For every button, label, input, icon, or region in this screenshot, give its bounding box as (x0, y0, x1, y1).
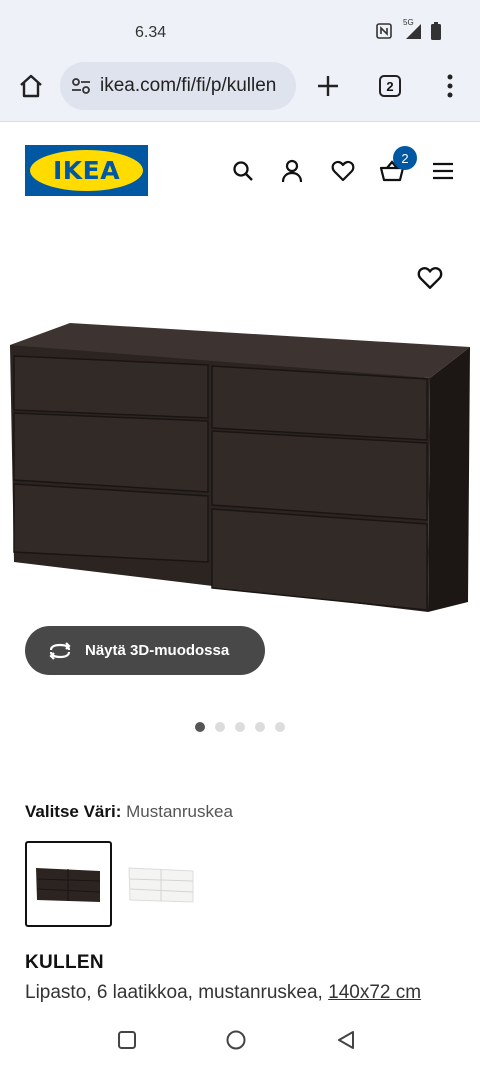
new-tab-icon[interactable] (314, 72, 342, 100)
more-menu-icon[interactable] (436, 72, 464, 100)
url-bar[interactable]: ikea.com/fi/fi/p/kullen (60, 62, 296, 110)
product-dimensions-link[interactable]: 140x72 cm (328, 982, 421, 1003)
product-description: Lipasto, 6 laatikkoa, mustanruskea, 140x… (25, 982, 422, 1003)
recents-button[interactable] (115, 1028, 139, 1052)
nfc-icon (376, 23, 392, 39)
home-button[interactable] (224, 1028, 248, 1052)
search-icon[interactable] (230, 158, 256, 184)
color-label: Valitse Väri: Mustanruskea (25, 802, 233, 821)
selected-color-value: Mustanruskea (126, 802, 233, 821)
signal-icon: 5G (400, 18, 422, 40)
color-swatch-mustanruskea[interactable] (25, 841, 112, 927)
battery-icon (431, 22, 441, 40)
status-icons: 5G (376, 18, 442, 40)
gallery-dot[interactable] (275, 722, 285, 732)
gallery-dot[interactable] (215, 722, 225, 732)
site-settings-icon[interactable] (70, 75, 92, 97)
system-nav-bar (0, 1010, 480, 1067)
gallery-dot[interactable] (255, 722, 265, 732)
tab-switcher-button[interactable]: 2 (376, 72, 404, 100)
cart-count-badge: 2 (393, 146, 417, 170)
gallery-pagination (195, 722, 285, 732)
view-3d-label: Näytä 3D-muodossa (85, 642, 230, 659)
color-swatch-valkoinen[interactable] (118, 841, 205, 927)
url-text: ikea.com/fi/fi/p/kullen (100, 75, 277, 96)
status-time: 6.34 (135, 24, 167, 41)
gallery-dot[interactable] (195, 722, 205, 732)
status-bar: 6.34 5G (0, 0, 480, 60)
wishlist-icon[interactable] (330, 158, 356, 184)
product-name: KULLEN (25, 952, 104, 973)
favorite-icon[interactable] (417, 266, 443, 292)
tab-count: 2 (379, 75, 401, 97)
account-icon[interactable] (279, 158, 305, 184)
product-image[interactable] (0, 300, 480, 620)
site-header: IKEA (0, 122, 480, 222)
rotate-3d-icon (49, 641, 71, 660)
gallery-dot[interactable] (235, 722, 245, 732)
logo-text: IKEA (52, 156, 121, 185)
home-icon[interactable] (17, 72, 45, 100)
view-3d-button[interactable]: Näytä 3D-muodossa (25, 626, 265, 675)
browser-toolbar: ikea.com/fi/fi/p/kullen 2 (0, 60, 480, 122)
menu-icon[interactable] (430, 158, 456, 184)
back-button[interactable] (334, 1028, 358, 1052)
ikea-logo[interactable]: IKEA (25, 145, 148, 196)
